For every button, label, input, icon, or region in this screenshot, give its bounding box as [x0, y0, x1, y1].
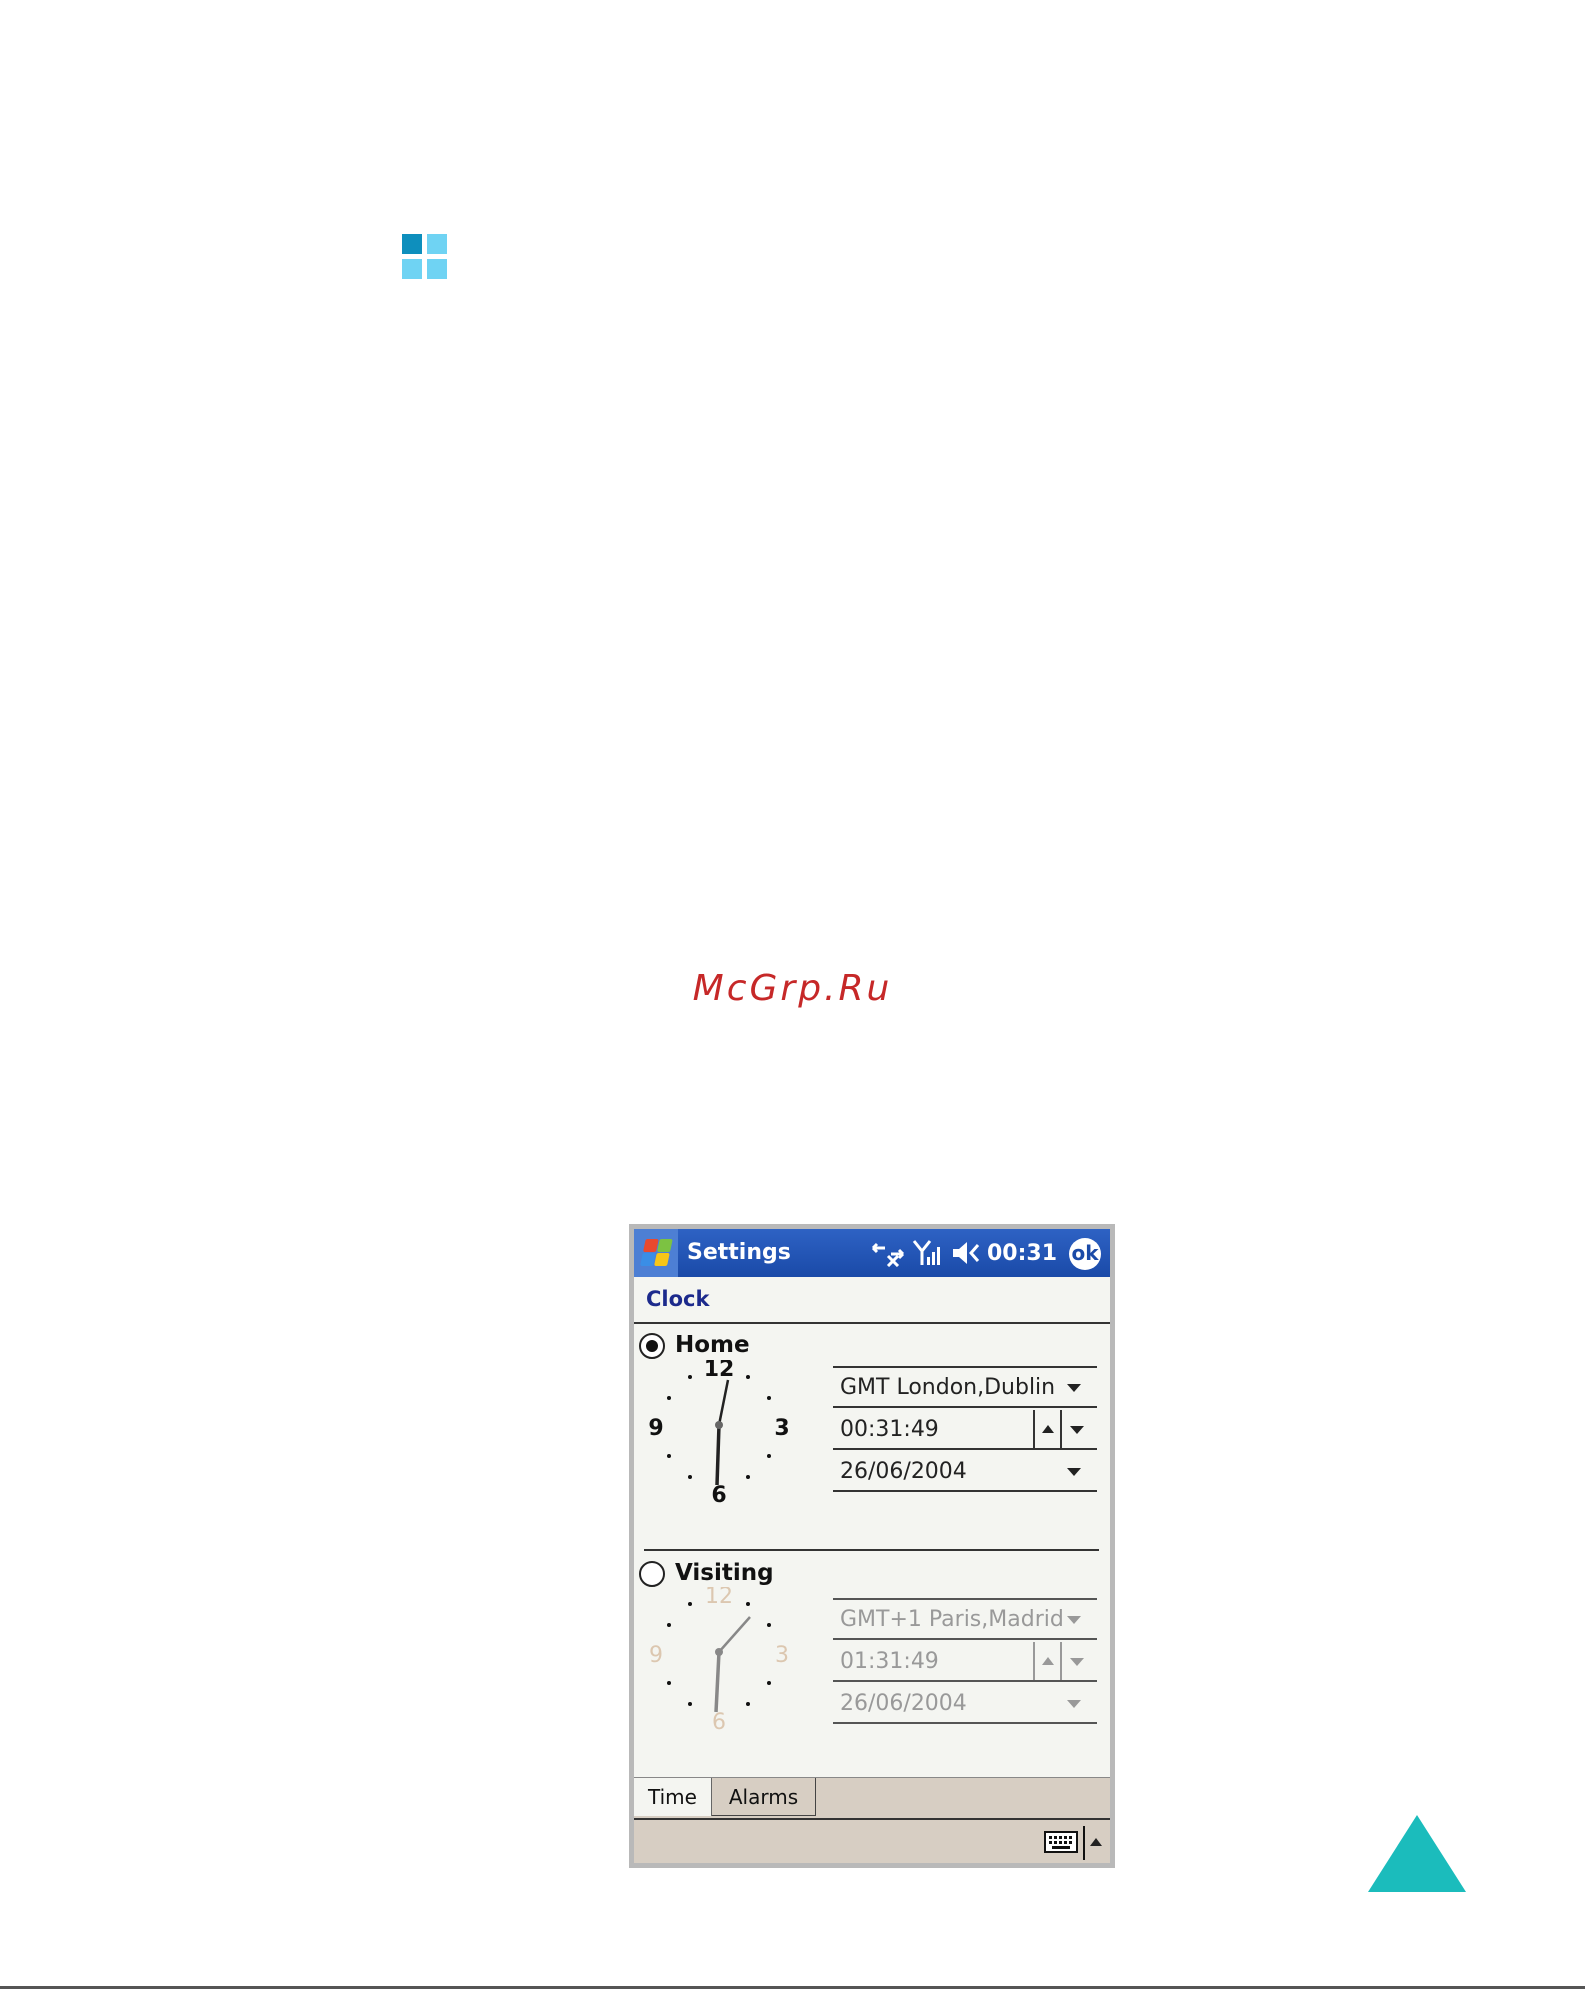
home-hour-hand	[715, 1424, 721, 1486]
windows-flag-icon	[638, 1237, 674, 1267]
visiting-analog-clock: 12 3 6 9	[649, 1587, 789, 1735]
visiting-hour-hand	[714, 1651, 721, 1713]
visiting-radio[interactable]	[639, 1561, 665, 1587]
chevron-down-icon[interactable]	[1067, 1468, 1081, 1476]
visiting-date-value: 26/06/2004	[840, 1691, 967, 1716]
visiting-label[interactable]: Visiting	[675, 1560, 774, 1586]
home-radio[interactable]	[639, 1333, 665, 1359]
ok-button[interactable]: ok	[1069, 1238, 1101, 1270]
speaker-muted-icon[interactable]	[950, 1239, 982, 1267]
visiting-dial-12: 12	[705, 1587, 733, 1609]
up-triangle-icon[interactable]	[1368, 1815, 1466, 1892]
home-date-field[interactable]: 26/06/2004	[833, 1452, 1097, 1492]
visiting-dial-6: 6	[712, 1710, 726, 1735]
spin-divider	[1060, 1410, 1062, 1448]
visiting-timezone-select[interactable]: GMT+1 Paris,Madrid	[833, 1600, 1097, 1640]
home-dial-3: 3	[774, 1416, 789, 1441]
home-minute-hand	[717, 1379, 730, 1426]
home-analog-clock: 12 3 6 9	[648, 1360, 789, 1508]
watermark: McGrp.Ru	[692, 968, 893, 1009]
logo-square-4	[427, 259, 447, 279]
tab-time[interactable]: Time	[634, 1778, 712, 1816]
logo-square-1	[402, 234, 422, 254]
visiting-dial-9: 9	[649, 1643, 663, 1668]
visiting-date-field[interactable]: 26/06/2004	[833, 1684, 1097, 1724]
start-button[interactable]	[634, 1229, 678, 1277]
visiting-dial-3: 3	[775, 1643, 789, 1668]
spin-divider	[1033, 1410, 1035, 1448]
keyboard-icon[interactable]	[1044, 1830, 1078, 1854]
clock-time[interactable]: 00:31	[987, 1241, 1057, 1269]
home-dial-6: 6	[711, 1483, 726, 1508]
section-divider	[634, 1322, 1110, 1324]
home-time-value: 00:31:49	[840, 1417, 939, 1442]
connectivity-icon[interactable]	[870, 1239, 906, 1267]
tab-bar: Time Alarms	[634, 1777, 1110, 1818]
spin-down-icon[interactable]	[1070, 1658, 1084, 1666]
home-timezone-value: GMT London,Dublin	[840, 1375, 1056, 1400]
group-divider	[644, 1549, 1099, 1551]
device-screenshot-frame: Settings 00:31 ok Clock Home 12 3 6 9 GM…	[629, 1224, 1115, 1868]
home-dial-12: 12	[704, 1360, 735, 1382]
spin-divider	[1060, 1642, 1062, 1680]
visiting-time-field[interactable]: 01:31:49	[833, 1642, 1097, 1682]
visiting-time-value: 01:31:49	[840, 1649, 939, 1674]
chevron-down-icon[interactable]	[1067, 1384, 1081, 1392]
visiting-minute-hand	[718, 1616, 751, 1653]
tab-alarms[interactable]: Alarms	[712, 1778, 816, 1816]
spin-down-icon[interactable]	[1070, 1426, 1084, 1434]
radio-selected-dot	[646, 1340, 658, 1352]
logo-squares-icon	[402, 234, 448, 280]
logo-square-2	[427, 234, 447, 254]
device-screen: Settings 00:31 ok Clock Home 12 3 6 9 GM…	[634, 1229, 1110, 1863]
chevron-down-icon[interactable]	[1067, 1616, 1081, 1624]
title-bar: Settings 00:31 ok	[634, 1229, 1110, 1277]
sip-up-arrow-icon[interactable]	[1090, 1838, 1102, 1846]
signal-strength-icon[interactable]	[912, 1239, 944, 1267]
chevron-down-icon[interactable]	[1067, 1700, 1081, 1708]
logo-square-3	[402, 259, 422, 279]
spin-up-icon[interactable]	[1042, 1425, 1054, 1433]
home-time-field[interactable]: 00:31:49	[833, 1410, 1097, 1450]
command-bar	[634, 1818, 1110, 1863]
window-title: Settings	[687, 1240, 791, 1265]
home-label[interactable]: Home	[675, 1332, 750, 1358]
visiting-timezone-value: GMT+1 Paris,Madrid	[840, 1607, 1064, 1632]
home-timezone-select[interactable]: GMT London,Dublin	[833, 1368, 1097, 1408]
spin-up-icon[interactable]	[1042, 1657, 1054, 1665]
home-dial-9: 9	[648, 1416, 663, 1441]
home-date-value: 26/06/2004	[840, 1459, 967, 1484]
spin-divider	[1033, 1642, 1035, 1680]
section-title: Clock	[646, 1287, 710, 1311]
sip-divider	[1083, 1826, 1085, 1860]
